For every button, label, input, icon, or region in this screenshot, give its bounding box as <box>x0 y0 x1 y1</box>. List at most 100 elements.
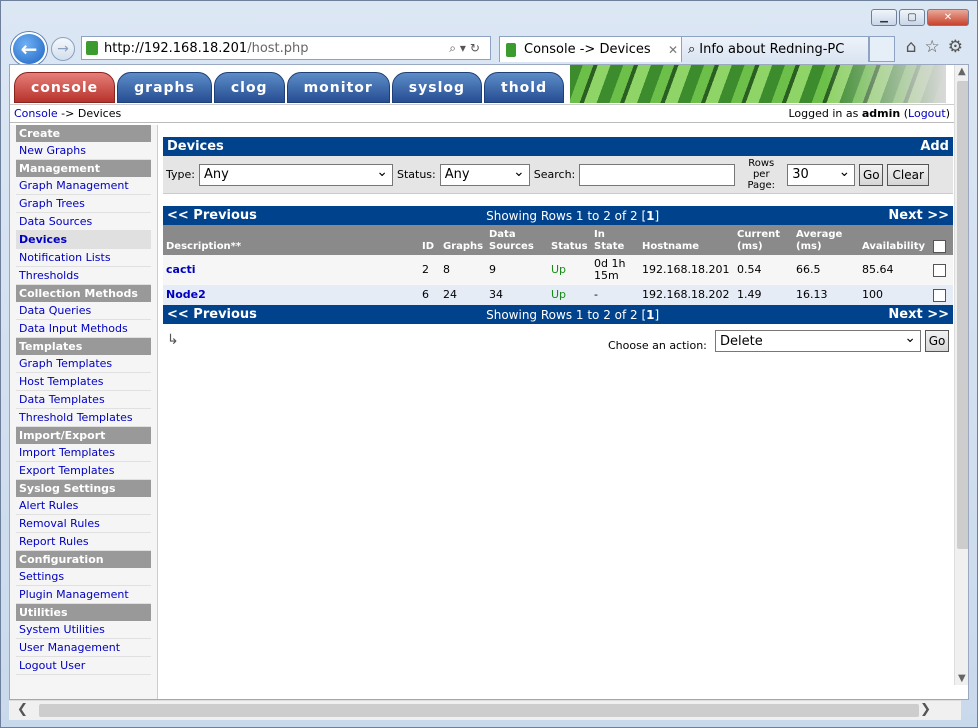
forward-icon[interactable]: → <box>51 37 75 61</box>
sidebar-item-system-utilities[interactable]: System Utilities <box>16 621 151 639</box>
sidebar-item-threshold-templates[interactable]: Threshold Templates <box>16 409 151 427</box>
vertical-scrollbar[interactable]: ▲ ▼ <box>954 65 968 685</box>
sidebar-item-devices[interactable]: Devices <box>16 231 151 249</box>
col-status[interactable]: Status <box>548 225 591 255</box>
browser-toolbar: ← → http://192.168.18.201/host.php ⌕▾↻ C… <box>9 31 969 66</box>
col-data-sources[interactable]: Data Sources <box>486 225 548 255</box>
sidebar-item-data-templates[interactable]: Data Templates <box>16 391 151 409</box>
sidebar-item-data-sources[interactable]: Data Sources <box>16 213 151 231</box>
device-link[interactable]: Node2 <box>163 289 419 301</box>
horizontal-scrollbar[interactable]: ❮ ❯ <box>9 700 961 720</box>
tab-syslog[interactable]: syslog <box>391 72 483 103</box>
select-all-checkbox[interactable] <box>928 225 951 255</box>
sidebar-item-removal-rules[interactable]: Removal Rules <box>16 515 151 533</box>
go-button[interactable]: Go <box>859 163 884 186</box>
sidebar-item-import-templates[interactable]: Import Templates <box>16 444 151 462</box>
action-select[interactable]: Delete <box>715 330 921 352</box>
minimize-button[interactable]: ▁ <box>871 9 897 26</box>
status-select[interactable]: Any <box>439 163 530 186</box>
scroll-left-icon[interactable]: ❮ <box>17 702 28 717</box>
sidebar-item-graph-templates[interactable]: Graph Templates <box>16 355 151 373</box>
maximize-button[interactable]: ▢ <box>899 9 925 26</box>
scroll-down-icon[interactable]: ▼ <box>958 673 966 684</box>
sidebar-item-logout-user[interactable]: Logout User <box>16 657 151 675</box>
sidebar-item-thresholds[interactable]: Thresholds <box>16 267 151 285</box>
col-current[interactable]: Current (ms) <box>734 225 793 255</box>
close-tab-icon[interactable]: ✕ <box>668 43 678 57</box>
clear-button[interactable]: Clear <box>887 163 930 186</box>
sidebar-item-graph-trees[interactable]: Graph Trees <box>16 195 151 213</box>
cell-hostname: 192.168.18.201 <box>642 263 730 276</box>
tab-graphs[interactable]: graphs <box>117 72 212 103</box>
sidebar-item-new-graphs[interactable]: New Graphs <box>16 142 151 160</box>
col-availability[interactable]: Availability <box>859 225 928 255</box>
scroll-thumb[interactable] <box>39 704 919 717</box>
favorites-star-icon[interactable]: ☆ <box>925 37 940 57</box>
page-link[interactable]: 1 <box>646 308 654 322</box>
sidebar-item-plugin-management[interactable]: Plugin Management <box>16 586 151 604</box>
sidebar-item-host-templates[interactable]: Host Templates <box>16 373 151 391</box>
tab-label: Info about Redning-PC <box>699 42 845 57</box>
col-description[interactable]: Description** <box>163 225 419 255</box>
tab-thold[interactable]: thold <box>484 72 565 103</box>
next-link[interactable]: Next >> <box>888 208 949 223</box>
back-icon[interactable]: ← <box>11 32 47 66</box>
tab-clog[interactable]: clog <box>213 72 285 103</box>
sidebar-item-export-templates[interactable]: Export Templates <box>16 462 151 480</box>
browser-window: ▁ ▢ ✕ ← → http://192.168.18.201/host.php… <box>0 0 978 728</box>
address-bar[interactable]: http://192.168.18.201/host.php ⌕▾↻ <box>81 36 491 60</box>
pagination-top: << Previous Showing Rows 1 to 2 of 2 [1]… <box>163 206 953 225</box>
tab-monitor[interactable]: monitor <box>286 72 390 103</box>
col-id[interactable]: ID <box>419 225 440 255</box>
sidebar-item-graph-management[interactable]: Graph Management <box>16 177 151 195</box>
scroll-right-icon[interactable]: ❯ <box>920 702 931 717</box>
next-link[interactable]: Next >> <box>888 307 949 322</box>
cacti-favicon-icon <box>506 42 516 57</box>
new-tab-button[interactable] <box>869 36 895 62</box>
sidebar-item-report-rules[interactable]: Report Rules <box>16 533 151 551</box>
action-go-button[interactable]: Go <box>925 330 949 352</box>
previous-link[interactable]: << Previous <box>167 208 257 223</box>
device-link[interactable]: cacti <box>163 264 419 276</box>
breadcrumb: Console -> Devices <box>14 107 121 120</box>
table-row[interactable]: cacti 2 8 9 Up 0d 1h 15m 192.168.18.201 … <box>163 255 953 285</box>
sidebar-item-notification-lists[interactable]: Notification Lists <box>16 249 151 267</box>
window-controls: ▁ ▢ ✕ <box>871 9 969 26</box>
login-info: Logged in as admin (Logout) <box>788 107 950 120</box>
type-select[interactable]: Any <box>198 163 393 186</box>
sidebar-section-header: Syslog Settings <box>16 480 151 497</box>
settings-gear-icon[interactable]: ⚙ <box>948 37 963 57</box>
sidebar-section-header: Utilities <box>16 604 151 621</box>
scroll-thumb[interactable] <box>957 81 968 549</box>
col-average[interactable]: Average (ms) <box>793 225 859 255</box>
sidebar-item-user-management[interactable]: User Management <box>16 639 151 657</box>
rows-per-page-value: 30 <box>792 167 809 182</box>
add-device-link[interactable]: Add <box>920 139 949 154</box>
home-icon[interactable]: ⌂ <box>906 37 917 57</box>
previous-link[interactable]: << Previous <box>167 307 257 322</box>
sidebar-item-settings[interactable]: Settings <box>16 568 151 586</box>
sidebar-item-alert-rules[interactable]: Alert Rules <box>16 497 151 515</box>
page-link[interactable]: 1 <box>646 209 654 223</box>
search-refresh-icons[interactable]: ⌕▾↻ <box>449 41 484 56</box>
sidebar-item-data-queries[interactable]: Data Queries <box>16 302 151 320</box>
browser-tab-console[interactable]: Console -> Devices ✕ <box>499 36 685 62</box>
table-header: Description** ID Graphs Data Sources Sta… <box>163 225 953 255</box>
table-row[interactable]: Node2 6 24 34 Up - 192.168.18.202 1.49 1… <box>163 285 953 305</box>
col-in-state[interactable]: In State <box>591 225 639 255</box>
col-graphs[interactable]: Graphs <box>440 225 486 255</box>
row-checkbox[interactable] <box>928 263 951 277</box>
close-button[interactable]: ✕ <box>927 9 969 26</box>
search-input[interactable] <box>579 163 736 186</box>
sidebar-item-data-input-methods[interactable]: Data Input Methods <box>16 320 151 338</box>
rows-per-page-select[interactable]: 30 <box>787 163 856 186</box>
breadcrumb-console-link[interactable]: Console <box>14 107 58 120</box>
showing-prefix: Showing Rows 1 to 2 of 2 [ <box>486 307 647 322</box>
browser-tab-info[interactable]: ⌕ Info about Redning-PC <box>681 36 869 62</box>
tab-console[interactable]: console <box>14 72 116 103</box>
row-checkbox[interactable] <box>928 288 951 302</box>
scroll-up-icon[interactable]: ▲ <box>958 66 966 77</box>
col-hostname[interactable]: Hostname <box>639 225 734 255</box>
cell-data-sources: 9 <box>489 263 496 276</box>
logout-link[interactable]: Logout <box>908 107 946 120</box>
